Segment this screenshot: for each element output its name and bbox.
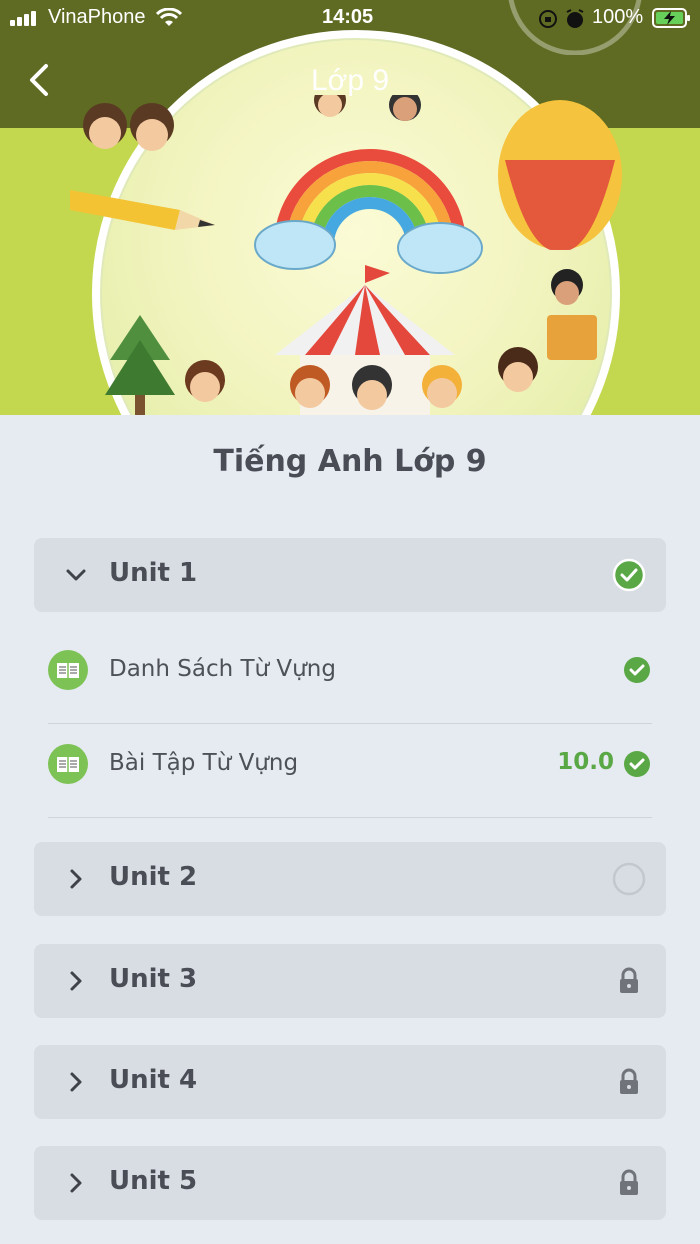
book-icon xyxy=(48,744,88,784)
lesson-item-vocabulary-exercise[interactable]: Bài Tập Từ Vựng 10.0 xyxy=(48,724,652,818)
clock: 14:05 xyxy=(322,6,374,28)
completed-check-icon xyxy=(612,558,646,592)
lock-icon xyxy=(620,967,638,993)
chevron-right-icon xyxy=(70,869,82,889)
lesson-score: 10.0 xyxy=(557,749,614,775)
book-icon xyxy=(48,650,88,690)
unit-label: Unit 5 xyxy=(109,1166,198,1196)
unit-header-2[interactable]: Unit 2 xyxy=(34,842,666,916)
unit-label: Unit 2 xyxy=(109,862,198,892)
battery-charging-icon xyxy=(652,8,690,28)
lock-icon xyxy=(620,1068,638,1094)
unit-header-5[interactable]: Unit 5 xyxy=(34,1146,666,1220)
signal-icon xyxy=(10,10,42,26)
unit-label: Unit 4 xyxy=(109,1065,198,1095)
wifi-icon xyxy=(156,8,182,26)
chevron-right-icon xyxy=(70,1072,82,1092)
page-title: Tiếng Anh Lớp 9 xyxy=(213,444,487,479)
check-icon xyxy=(624,657,650,683)
chevron-right-icon xyxy=(70,971,82,991)
lesson-label: Danh Sách Từ Vựng xyxy=(109,656,336,682)
unit-header-1[interactable]: Unit 1 xyxy=(34,538,666,612)
lesson-item-vocabulary-list[interactable]: Danh Sách Từ Vựng xyxy=(48,630,652,724)
chevron-right-icon xyxy=(70,1173,82,1193)
check-icon xyxy=(624,751,650,777)
unit-label: Unit 3 xyxy=(109,964,198,994)
carrier-name: VinaPhone xyxy=(48,6,146,28)
unit-header-3[interactable]: Unit 3 xyxy=(34,944,666,1018)
alarm-icon xyxy=(566,9,584,28)
illustration-children xyxy=(83,95,583,410)
status-bar: VinaPhone 14:05 100% xyxy=(0,0,700,36)
unit-label: Unit 1 xyxy=(109,558,198,588)
lesson-label: Bài Tập Từ Vựng xyxy=(109,750,299,776)
nav-title: Lớp 9 xyxy=(310,64,390,97)
hero-banner xyxy=(0,0,700,415)
lock-icon xyxy=(620,1169,638,1195)
unit-header-4[interactable]: Unit 4 xyxy=(34,1045,666,1119)
chevron-down-icon xyxy=(66,569,86,581)
battery-percentage: 100% xyxy=(592,6,644,28)
orientation-lock-icon xyxy=(539,10,557,28)
empty-circle-icon xyxy=(612,862,646,896)
